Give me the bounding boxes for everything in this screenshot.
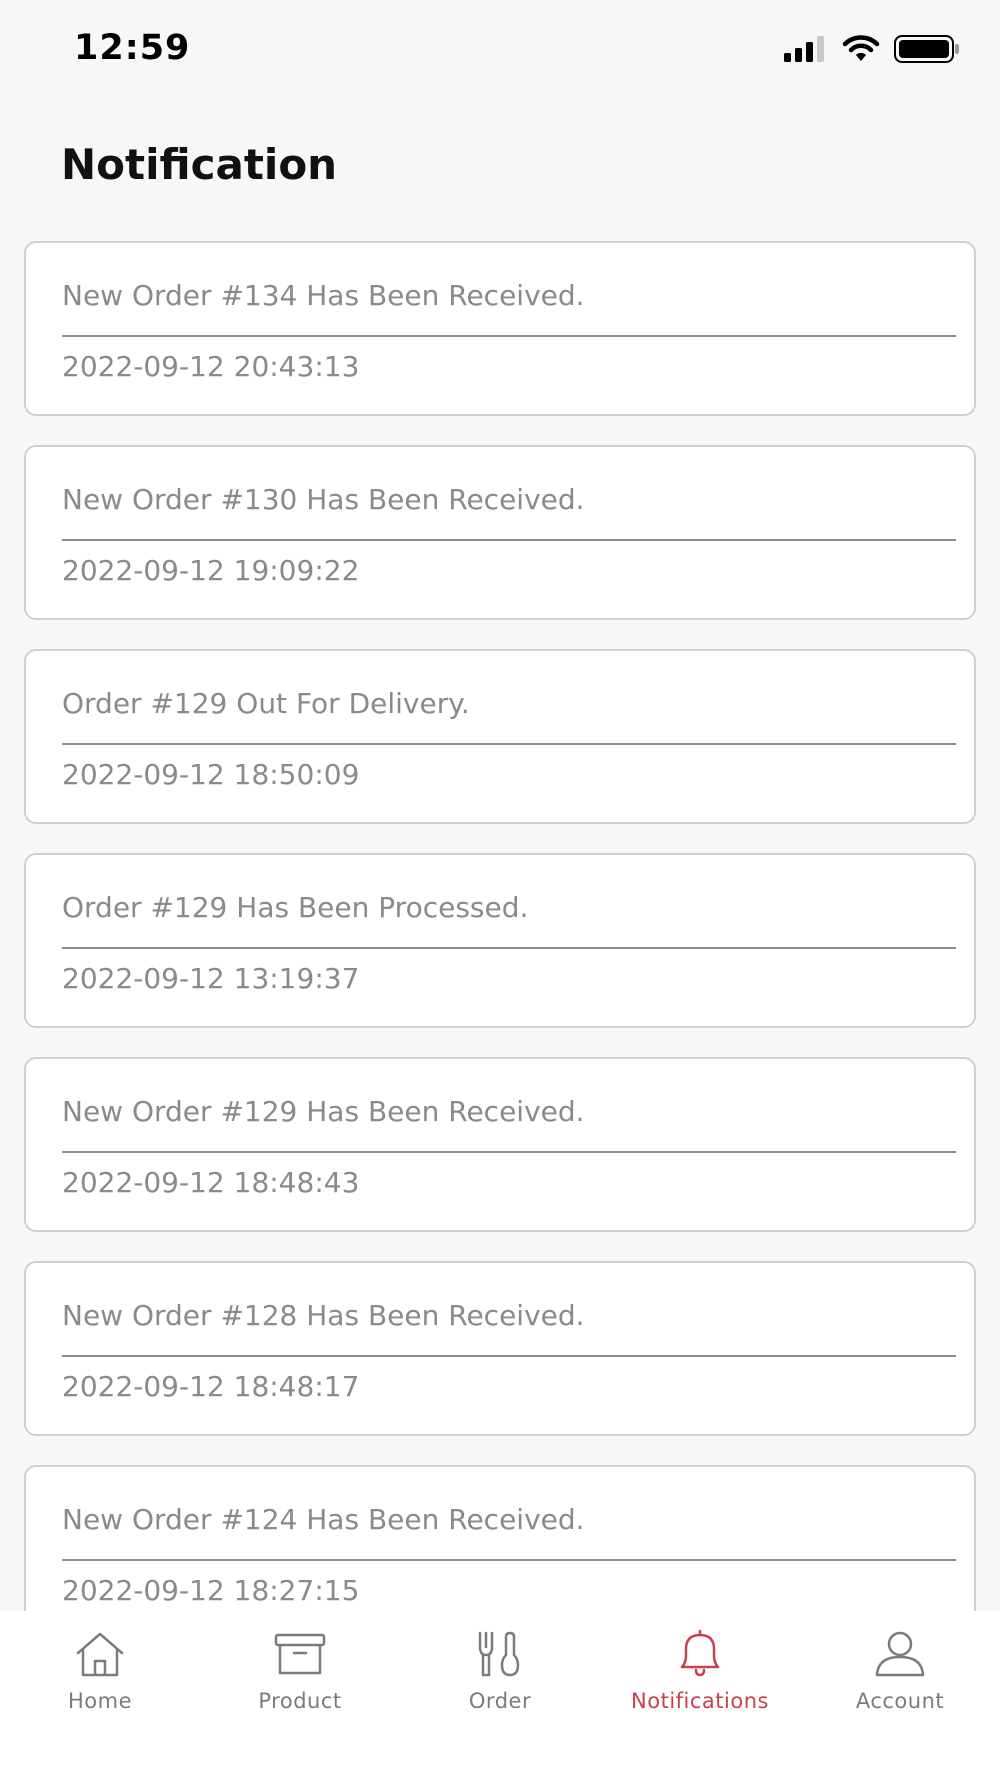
divider (62, 947, 956, 949)
nav-item-product[interactable]: Product (200, 1611, 400, 1731)
box-icon (274, 1633, 326, 1675)
notification-card[interactable]: New Order #128 Has Been Received. 2022-0… (24, 1261, 976, 1436)
notification-card[interactable]: Order #129 Out For Delivery. 2022-09-12 … (24, 649, 976, 824)
notification-card[interactable]: New Order #134 Has Been Received. 2022-0… (24, 241, 976, 416)
notification-time: 2022-09-12 18:50:09 (62, 758, 360, 791)
notification-time: 2022-09-12 18:27:15 (62, 1574, 360, 1607)
user-icon (875, 1631, 925, 1677)
notification-message: New Order #129 Has Been Received. (62, 1095, 585, 1128)
notification-message: New Order #134 Has Been Received. (62, 279, 585, 312)
nav-label-home: Home (67, 1689, 132, 1713)
home-icon (76, 1632, 124, 1677)
notification-card[interactable]: New Order #124 Has Been Received. 2022-0… (24, 1465, 976, 1611)
status-icons (784, 34, 960, 64)
signal-icon (784, 36, 824, 62)
wifi-icon (842, 35, 880, 61)
divider (62, 1355, 956, 1357)
notification-message: New Order #128 Has Been Received. (62, 1299, 585, 1332)
nav-label-product: Product (258, 1689, 342, 1713)
page-title: Notification (61, 140, 338, 189)
nav-item-order[interactable]: Order (400, 1611, 600, 1731)
status-time: 12:59 (74, 28, 191, 68)
notification-card[interactable]: New Order #129 Has Been Received. 2022-0… (24, 1057, 976, 1232)
battery-icon (894, 35, 959, 63)
notification-message: Order #129 Out For Delivery. (62, 687, 470, 720)
notification-screen: 12:59 Notification New Order #134 Has Be… (0, 0, 1000, 1778)
nav-item-home[interactable]: Home (0, 1611, 200, 1731)
divider (62, 1151, 956, 1153)
notification-time: 2022-09-12 13:19:37 (62, 962, 360, 995)
notification-message: Order #129 Has Been Processed. (62, 891, 529, 924)
notification-message: New Order #130 Has Been Received. (62, 483, 585, 516)
fork-spoon-icon (478, 1631, 520, 1677)
nav-label-account: Account (855, 1689, 945, 1713)
nav-item-notifications[interactable]: Notifications (600, 1611, 800, 1731)
notification-message: New Order #124 Has Been Received. (62, 1503, 585, 1536)
divider (62, 335, 956, 337)
nav-label-order: Order (468, 1689, 532, 1713)
bell-icon (680, 1629, 720, 1677)
nav-item-account[interactable]: Account (800, 1611, 1000, 1731)
notification-time: 2022-09-12 18:48:17 (62, 1370, 360, 1403)
notification-time: 2022-09-12 18:48:43 (62, 1166, 360, 1199)
nav-label-notifications: Notifications (631, 1689, 769, 1713)
notification-card[interactable]: Order #129 Has Been Processed. 2022-09-1… (24, 853, 976, 1028)
divider (62, 743, 956, 745)
notification-time: 2022-09-12 19:09:22 (62, 554, 360, 587)
notification-time: 2022-09-12 20:43:13 (62, 350, 360, 383)
divider (62, 539, 956, 541)
divider (62, 1559, 956, 1561)
status-bar: 12:59 (0, 0, 1000, 100)
notification-card[interactable]: New Order #130 Has Been Received. 2022-0… (24, 445, 976, 620)
notification-list[interactable]: New Order #134 Has Been Received. 2022-0… (24, 241, 976, 1611)
bottom-nav: Home Product Order Notifications Account (0, 1611, 1000, 1778)
